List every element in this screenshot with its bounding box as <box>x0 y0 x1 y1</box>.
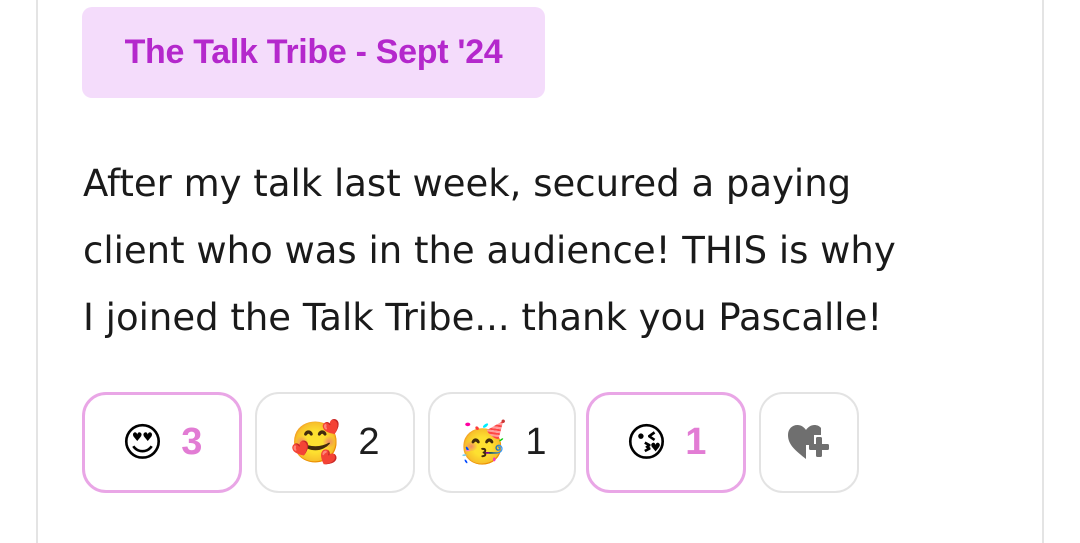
add-reaction-button[interactable] <box>759 392 859 493</box>
group-tag-label: The Talk Tribe - Sept '24 <box>124 33 503 71</box>
reaction-count: 1 <box>685 421 707 463</box>
reaction-kiss-button[interactable]: 😘 1 <box>586 392 746 493</box>
heart-eyes-emoji-icon: 😍 <box>121 419 164 466</box>
reaction-party-face-button[interactable]: 🥳 1 <box>428 392 576 493</box>
reaction-count: 3 <box>181 421 203 463</box>
group-tag[interactable]: The Talk Tribe - Sept '24 <box>82 7 545 98</box>
reaction-smiling-hearts-button[interactable]: 🥰 2 <box>255 392 415 493</box>
post-line: I joined the Talk Tribe... thank you Pas… <box>83 296 883 339</box>
post-line: client who was in the audience! THIS is … <box>83 229 896 272</box>
smiling-face-with-hearts-emoji-icon: 🥰 <box>290 419 341 466</box>
reaction-heart-eyes-button[interactable]: 😍 3 <box>82 392 242 493</box>
post-line: After my talk last week, secured a payin… <box>83 162 852 205</box>
face-blowing-kiss-emoji-icon: 😘 <box>625 419 668 466</box>
reaction-count: 1 <box>525 421 547 463</box>
add-reaction-heart-icon <box>788 424 829 459</box>
reaction-count: 2 <box>358 421 380 463</box>
party-face-emoji-icon: 🥳 <box>457 419 508 466</box>
post-body: After my talk last week, secured a payin… <box>83 150 1013 351</box>
